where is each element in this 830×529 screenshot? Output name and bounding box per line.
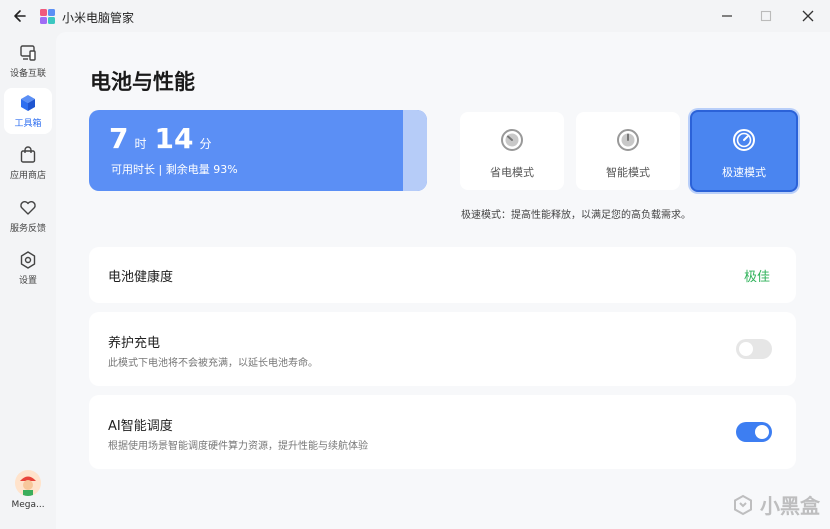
minutes-unit: 分	[199, 137, 212, 151]
battery-remaining-time: 7 时 14 分	[109, 122, 219, 155]
battery-subtitle: 可用时长 | 剩余电量 93%	[111, 163, 238, 176]
battery-health-row: 电池健康度 极佳	[89, 247, 796, 303]
toggle-knob	[739, 342, 753, 356]
ai-schedule-row: AI智能调度 根据使用场景智能调度硬件算力资源，提升性能与续航体验	[89, 395, 796, 469]
mode-smart[interactable]: 智能模式	[576, 112, 680, 190]
app-title: 小米电脑管家	[62, 11, 135, 25]
sidebar-item-settings[interactable]: 设置	[4, 245, 52, 291]
sidebar-item-label: 设置	[18, 276, 37, 286]
mode-turbo[interactable]: 极速模式	[690, 110, 798, 192]
mode-label: 智能模式	[606, 166, 650, 179]
sidebar-item-label: 设备互联	[9, 69, 46, 79]
avatar	[15, 470, 41, 496]
sidebar: 设备互联 工具箱 应用商店 服务反馈 设置 Mega...	[0, 32, 56, 529]
hours-unit: 时	[134, 137, 147, 151]
minutes-value: 14	[154, 122, 194, 155]
toggle-knob	[755, 425, 769, 439]
mode-label: 极速模式	[722, 166, 766, 179]
app-logo-icon	[40, 9, 55, 24]
care-charge-subtitle: 此模式下电池将不会被充满，以延长电池寿命。	[108, 358, 318, 369]
main-content: 电池与性能 7 时 14 分 可用时长 | 剩余电量 93% 省电模式 智能模式	[56, 32, 830, 529]
hours-value: 7	[109, 122, 129, 155]
ai-schedule-subtitle: 根据使用场景智能调度硬件算力资源，提升性能与续航体验	[108, 441, 368, 452]
sidebar-item-app-store[interactable]: 应用商店	[4, 140, 52, 186]
battery-status-card: 7 时 14 分 可用时长 | 剩余电量 93%	[89, 110, 427, 191]
watermark: 小黑盒	[732, 490, 820, 519]
care-charge-row: 养护充电 此模式下电池将不会被充满，以延长电池寿命。	[89, 312, 796, 386]
sidebar-item-label: 服务反馈	[9, 224, 46, 234]
sidebar-item-feedback[interactable]: 服务反馈	[4, 193, 52, 239]
watermark-logo-icon	[734, 494, 752, 515]
battery-health-value: 极佳	[743, 270, 770, 285]
user-profile[interactable]: Mega...	[4, 470, 52, 520]
feedback-heart-icon	[20, 201, 36, 215]
sidebar-item-toolbox[interactable]: 工具箱	[4, 88, 52, 134]
toolbox-cube-icon	[21, 95, 35, 111]
watermark-text: 小黑盒	[760, 494, 820, 518]
shopping-bag-icon	[20, 146, 36, 163]
gauge-low-icon	[501, 129, 523, 151]
mode-description: 极速模式：提高性能释放，以满足您的高负载需求。	[461, 210, 691, 221]
settings-gear-icon	[20, 251, 36, 269]
sidebar-item-label: 应用商店	[9, 171, 46, 181]
page-title: 电池与性能	[90, 70, 195, 94]
battery-level-remainder	[403, 110, 427, 191]
mode-label: 省电模式	[490, 166, 534, 179]
ai-schedule-title: AI智能调度	[108, 419, 173, 434]
sidebar-item-devices[interactable]: 设备互联	[4, 38, 52, 84]
back-arrow-icon[interactable]	[8, 6, 30, 26]
devices-icon	[20, 45, 36, 61]
maximize-icon[interactable]	[755, 6, 777, 26]
care-charge-toggle[interactable]	[736, 339, 772, 359]
battery-health-title: 电池健康度	[108, 270, 174, 285]
gauge-high-icon	[733, 129, 755, 151]
user-name: Mega...	[11, 500, 45, 510]
title-bar: 小米电脑管家	[0, 0, 830, 32]
gauge-mid-icon	[617, 129, 639, 151]
close-icon[interactable]	[797, 6, 819, 26]
ai-schedule-toggle[interactable]	[736, 422, 772, 442]
sidebar-item-label: 工具箱	[14, 119, 42, 129]
care-charge-title: 养护充电	[108, 336, 161, 351]
minimize-icon[interactable]	[716, 6, 738, 26]
mode-power-saving[interactable]: 省电模式	[460, 112, 564, 190]
